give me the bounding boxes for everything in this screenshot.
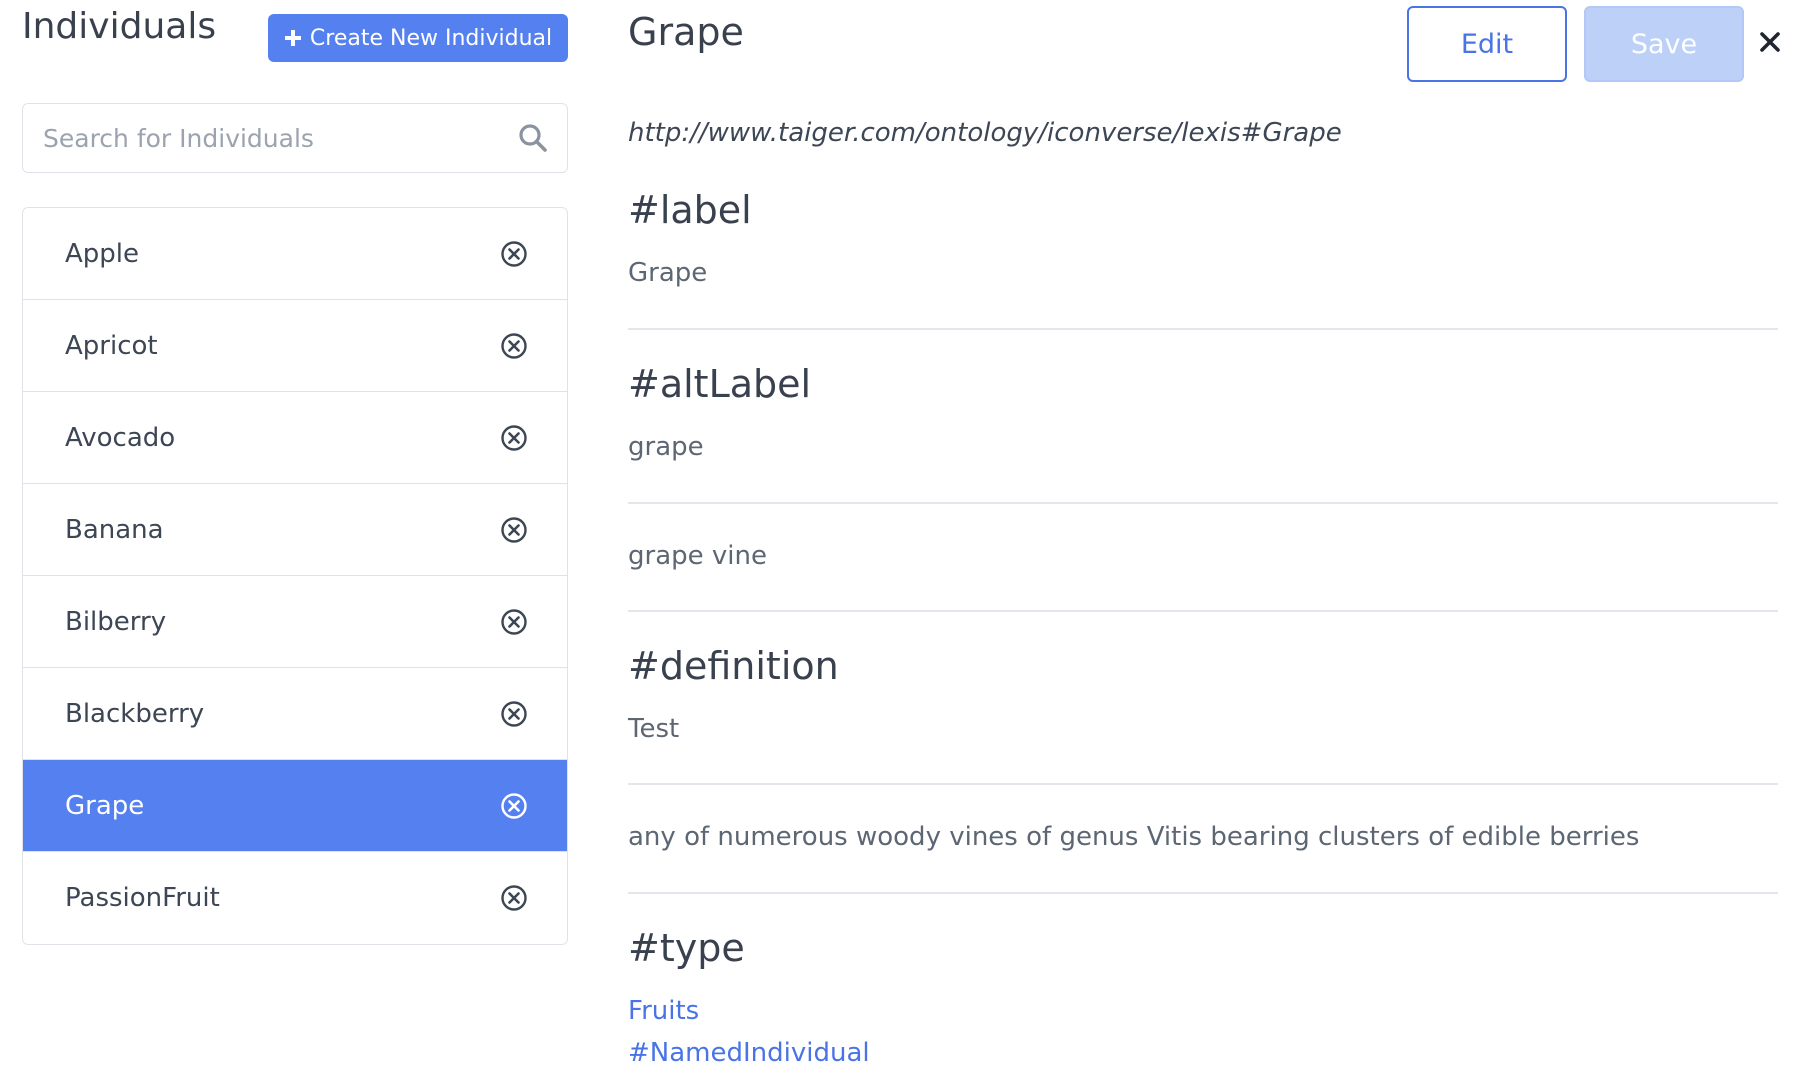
section-heading-altlabel: #altLabel [628, 362, 812, 406]
altlabel-value: grape [628, 432, 704, 462]
list-item-grape[interactable]: Grape [23, 760, 567, 852]
list-item-label: Apricot [65, 330, 158, 361]
circle-x-icon[interactable] [499, 331, 529, 361]
list-item-label: Apple [65, 238, 140, 269]
list-item-avocado[interactable]: Avocado [23, 392, 567, 484]
section-heading-type: #type [628, 926, 745, 970]
altlabel-value: grape vine [628, 541, 767, 571]
circle-x-icon[interactable] [499, 607, 529, 637]
create-individual-button[interactable]: Create New Individual [268, 14, 568, 62]
list-item-label: PassionFruit [65, 883, 220, 913]
create-individual-label: Create New Individual [309, 25, 553, 51]
individual-uri: http://www.taiger.com/ontology/iconverse… [628, 118, 1342, 148]
search-input[interactable] [41, 122, 517, 154]
list-item-apple[interactable]: Apple [23, 208, 567, 300]
list-item-label: Grape [65, 790, 145, 821]
list-item-label: Avocado [65, 422, 176, 453]
divider [628, 783, 1778, 785]
divider [628, 502, 1778, 504]
individuals-list: Apple Apricot Avocado Banana Bilberry Bl… [22, 207, 568, 945]
list-item-label: Blackberry [65, 698, 205, 729]
list-item-label: Banana [65, 514, 164, 545]
list-item-bilberry[interactable]: Bilberry [23, 576, 567, 668]
list-item-label: Bilberry [65, 606, 167, 637]
edit-button[interactable]: Edit [1407, 6, 1567, 82]
list-item-passionfruit[interactable]: PassionFruit [23, 852, 567, 944]
search-icon[interactable] [517, 122, 549, 154]
definition-value: Test [628, 714, 680, 744]
circle-x-icon[interactable] [499, 883, 529, 913]
circle-x-icon[interactable] [499, 423, 529, 453]
section-heading-definition: #definition [628, 644, 839, 688]
panel-title: Individuals [22, 6, 217, 47]
individual-detail-panel: Grape Edit Save http://www.taiger.com/on… [628, 0, 1780, 1080]
list-item-apricot[interactable]: Apricot [23, 300, 567, 392]
detail-title: Grape [628, 10, 744, 54]
divider [628, 892, 1778, 894]
list-item-blackberry[interactable]: Blackberry [23, 668, 567, 760]
label-value: Grape [628, 258, 708, 288]
definition-value: any of numerous woody vines of genus Vit… [628, 822, 1640, 852]
circle-x-icon[interactable] [499, 239, 529, 269]
divider [628, 610, 1778, 612]
list-item-banana[interactable]: Banana [23, 484, 567, 576]
section-heading-label: #label [628, 188, 752, 232]
circle-x-icon[interactable] [499, 515, 529, 545]
circle-x-icon[interactable] [499, 791, 529, 821]
type-link-namedindividual[interactable]: #NamedIndividual [628, 1038, 870, 1068]
close-icon[interactable] [1758, 30, 1782, 54]
circle-x-icon[interactable] [499, 699, 529, 729]
save-button[interactable]: Save [1584, 6, 1744, 82]
search-box [22, 103, 568, 173]
divider [628, 328, 1778, 330]
type-link-fruits[interactable]: Fruits [628, 996, 699, 1026]
plus-icon [284, 30, 301, 46]
